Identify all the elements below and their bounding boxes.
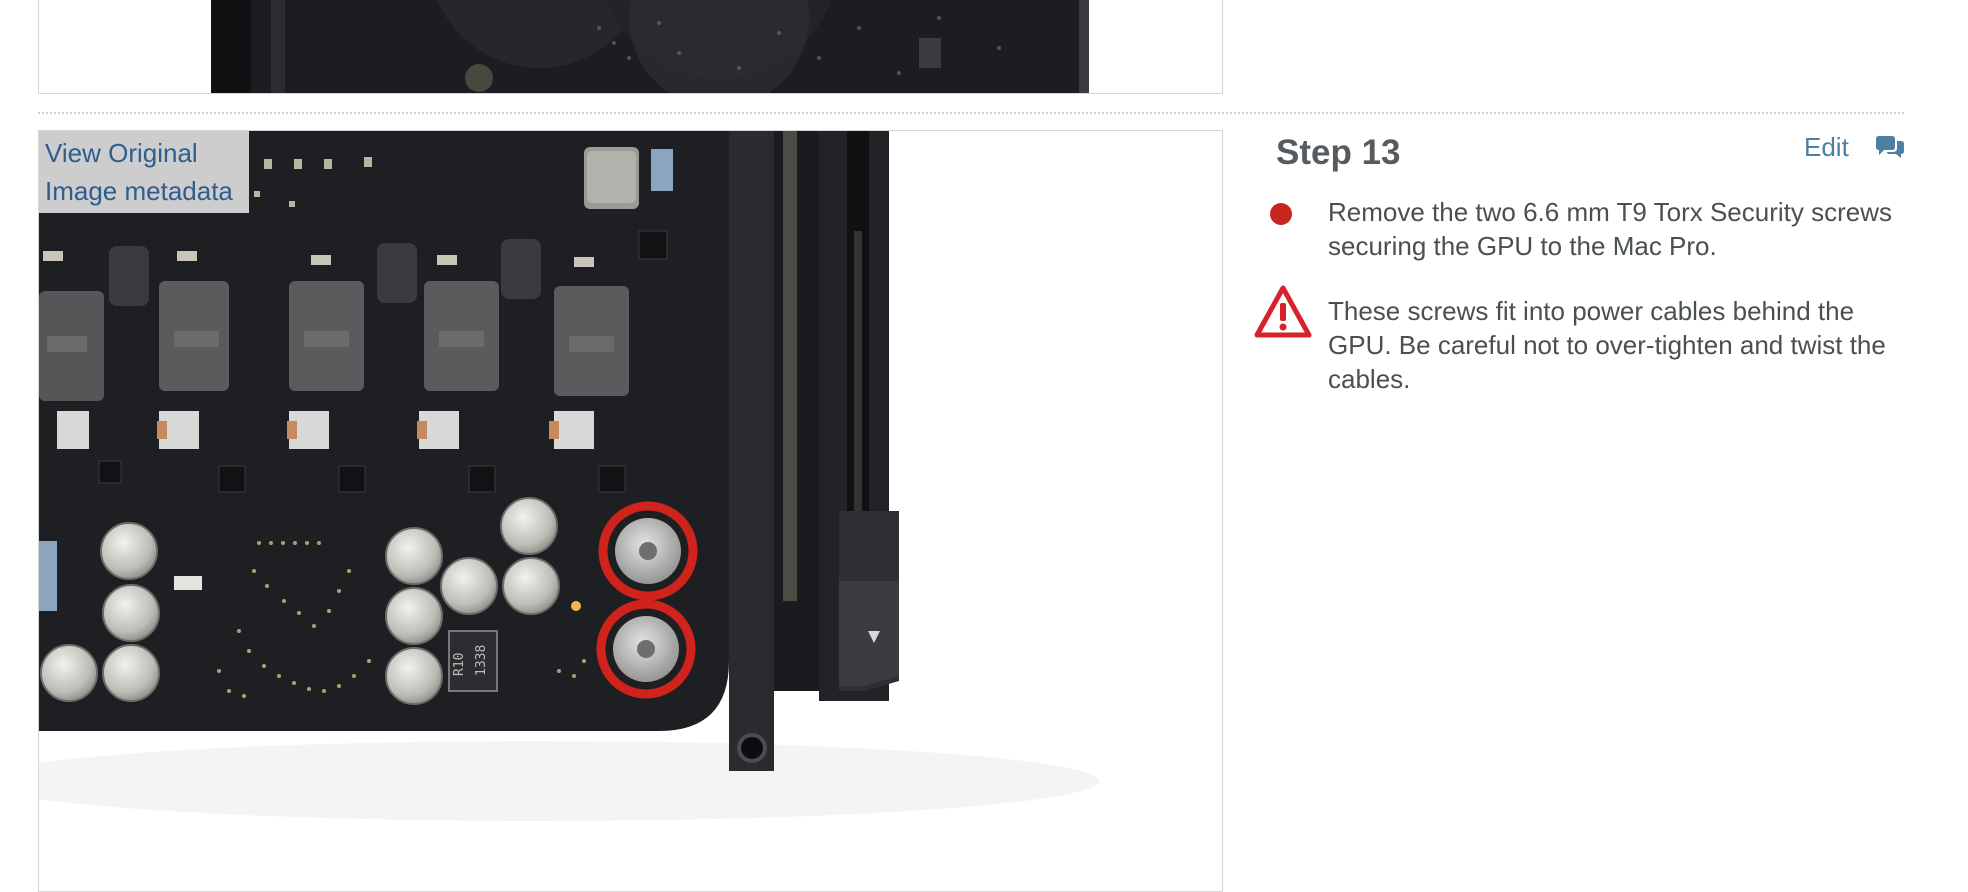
step-line-1: Remove the two 6.6 mm T9 Torx Security s… [1328,197,1893,261]
step-13-image[interactable]: R10 1338 View Original Image metadata [38,130,1223,892]
edit-step-link[interactable]: Edit [1804,132,1849,163]
previous-step-photo [39,0,1222,93]
step-title: Step 13 [1276,133,1401,172]
step-line-2-warning: These screws fit into power cables behin… [1328,296,1886,394]
comments-icon[interactable] [1874,134,1906,165]
step-divider [38,112,1904,114]
view-original-link[interactable]: View Original [45,134,243,172]
image-metadata-link[interactable]: Image metadata [45,172,243,210]
warning-icon [1253,284,1313,345]
previous-step-image[interactable] [38,0,1223,94]
inductor-marking-r10: R10 [452,653,467,676]
inductor-marking-1338: 1338 [474,645,489,676]
red-bullet-icon [1270,203,1292,225]
gpu-screws-photo: R10 1338 [39,131,1222,891]
image-links-overlay: View Original Image metadata [39,131,249,213]
